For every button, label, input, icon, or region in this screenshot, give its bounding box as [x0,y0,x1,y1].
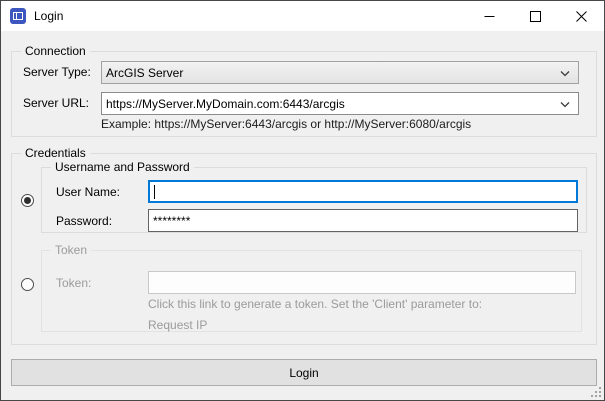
close-button[interactable] [558,1,604,31]
server-type-value: ArcGIS Server [106,66,183,80]
server-type-dropdown[interactable]: ArcGIS Server [101,61,579,84]
token-group-legend: Token [51,243,91,257]
server-type-label: Server Type: [23,65,91,79]
window-controls [466,1,604,31]
maximize-button[interactable] [512,1,558,31]
chevron-down-icon [560,71,570,77]
token-instruction-text: Click this link to generate a token. Set… [148,297,482,311]
server-url-example-text: Example: https://MyServer:6443/arcgis or… [101,117,471,131]
chevron-down-icon [560,102,570,108]
password-input[interactable]: ******** [148,209,578,232]
token-radio[interactable] [21,278,34,291]
server-url-value: https://MyServer.MyDomain.com:6443/arcgi… [106,97,345,111]
minimize-icon [484,11,495,22]
app-icon-glyph [13,12,23,20]
login-window: Login Connection Server Type: ArcGIS Ser… [0,0,605,401]
connection-group-legend: Connection [21,44,90,58]
credentials-group-legend: Credentials [21,146,90,160]
username-password-group-legend: Username and Password [51,160,194,174]
server-url-label: Server URL: [23,96,89,110]
close-icon [576,11,587,22]
server-url-combobox[interactable]: https://MyServer.MyDomain.com:6443/arcgi… [101,92,579,115]
user-name-label: User Name: [56,185,120,199]
minimize-button[interactable] [466,1,512,31]
password-label: Password: [56,214,112,228]
token-label: Token: [56,276,91,290]
text-caret [154,185,155,199]
login-button[interactable]: Login [11,359,597,386]
token-input [148,271,576,294]
maximize-icon [530,11,541,22]
titlebar[interactable]: Login [1,1,604,31]
app-icon-glyph-divider [16,12,17,20]
resize-grip-icon[interactable] [591,387,601,397]
user-name-input[interactable] [148,180,578,203]
login-button-label: Login [289,366,318,380]
request-ip-link[interactable]: Request IP [148,318,207,332]
app-icon [10,8,26,24]
window-title: Login [34,9,63,23]
password-value: ******** [153,214,190,228]
username-password-radio[interactable] [21,194,34,207]
